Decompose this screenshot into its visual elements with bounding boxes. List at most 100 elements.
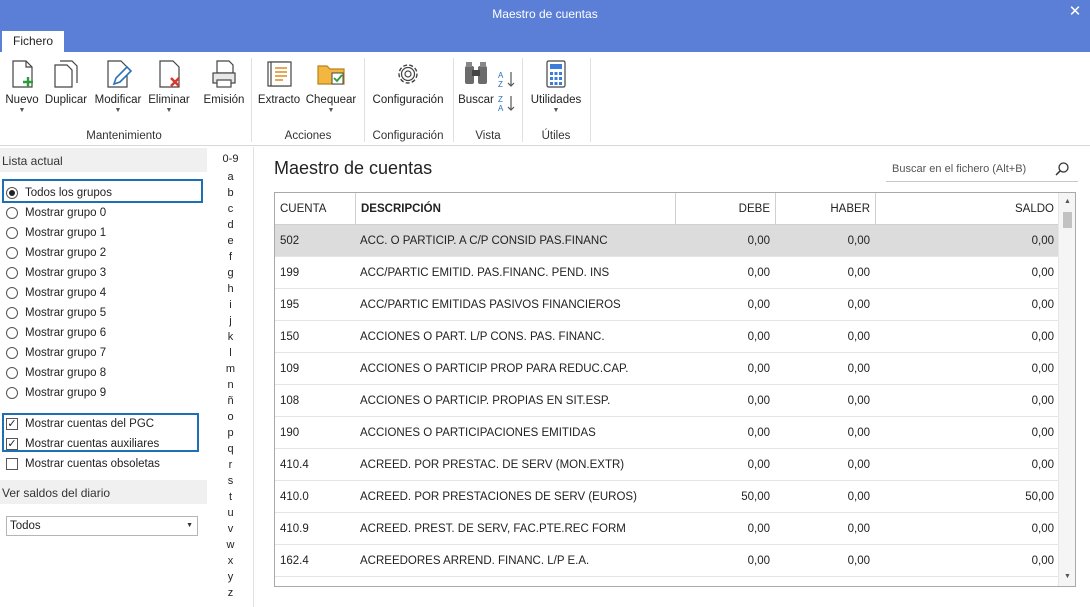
table-header: CUENTA DESCRIPCIÓN DEBE HABER SALDO (275, 193, 1059, 225)
extracto-button[interactable]: Extracto (257, 58, 301, 120)
configuracion-button[interactable]: Configuración (369, 58, 447, 120)
alpha-q[interactable]: q (207, 443, 254, 455)
alpha-j[interactable]: j (207, 315, 254, 327)
radio-grupo-7[interactable]: Mostrar grupo 7 (6, 344, 106, 362)
column-header-descripcion[interactable]: DESCRIPCIÓN (355, 193, 675, 225)
check-cuentas-pgc[interactable]: ✓ Mostrar cuentas del PGC (6, 415, 154, 433)
radio-todos-los-grupos[interactable]: Todos los grupos (6, 184, 112, 202)
alpha-z[interactable]: z (207, 587, 254, 599)
chevron-down-icon: ▼ (186, 522, 193, 529)
alpha-enye[interactable]: ñ (207, 395, 254, 407)
alpha-l[interactable]: l (207, 347, 254, 359)
alpha-m[interactable]: m (207, 363, 254, 375)
sort-ascending-icon[interactable]: AZ (497, 70, 517, 89)
cell-haber: 0,00 (847, 235, 870, 247)
buscar-label: Buscar (458, 94, 494, 106)
emision-button[interactable]: Emisión (202, 58, 246, 120)
alpha-c[interactable]: c (207, 203, 254, 215)
alpha-s[interactable]: s (207, 475, 254, 487)
cell-saldo: 0,00 (1031, 395, 1054, 407)
alpha-o[interactable]: o (207, 411, 254, 423)
alpha-d[interactable]: d (207, 219, 254, 231)
table-row[interactable]: 109 ACCIONES O PARTICIP PROP PARA REDUC.… (275, 353, 1059, 385)
saldos-select[interactable]: Todos ▼ (6, 516, 198, 536)
cell-descripcion: ACREED. POR PRESTACIONES DE SERV (EUROS) (360, 491, 637, 503)
cell-cuenta: 190 (280, 427, 300, 439)
column-header-saldo[interactable]: SALDO (875, 193, 1059, 225)
cell-haber: 0,00 (847, 523, 870, 535)
duplicar-button[interactable]: Duplicar (44, 58, 88, 120)
utilidades-button[interactable]: Utilidades ▼ (528, 58, 584, 120)
alpha-v[interactable]: v (207, 523, 254, 535)
edit-document-icon (102, 58, 134, 90)
cell-descripcion: ACCIONES O PARTICIPACIONES EMITIDAS (360, 427, 596, 439)
scroll-up-icon[interactable]: ▲ (1059, 195, 1076, 209)
eliminar-button[interactable]: Eliminar ▼ (147, 58, 191, 120)
alpha-y[interactable]: y (207, 571, 254, 583)
alpha-t[interactable]: t (207, 491, 254, 503)
table-row[interactable]: 150 ACCIONES O PART. L/P CONS. PAS. FINA… (275, 321, 1059, 353)
alpha-r[interactable]: r (207, 459, 254, 471)
alpha-x[interactable]: x (207, 555, 254, 567)
alpha-k[interactable]: k (207, 331, 254, 343)
check-cuentas-auxiliares[interactable]: ✓ Mostrar cuentas auxiliares (6, 435, 159, 453)
column-header-debe[interactable]: DEBE (675, 193, 775, 225)
vertical-scrollbar[interactable]: ▲ ▼ (1058, 193, 1075, 586)
scroll-thumb[interactable] (1063, 212, 1072, 228)
table-row[interactable]: 108 ACCIONES O PARTICIP. PROPIAS EN SIT.… (275, 385, 1059, 417)
buscar-button[interactable]: Buscar (458, 58, 494, 120)
radio-icon (6, 287, 18, 299)
column-header-cuenta[interactable]: CUENTA (275, 193, 355, 225)
table-row[interactable]: 195 ACC/PARTIC EMITIDAS PASIVOS FINANCIE… (275, 289, 1059, 321)
alpha-e[interactable]: e (207, 235, 254, 247)
search-icon[interactable] (1054, 161, 1070, 177)
alpha-w[interactable]: w (207, 539, 254, 551)
radio-grupo-6[interactable]: Mostrar grupo 6 (6, 324, 106, 342)
check-cuentas-obsoletas[interactable]: Mostrar cuentas obsoletas (6, 455, 160, 473)
radio-grupo-0[interactable]: Mostrar grupo 0 (6, 204, 106, 222)
cell-saldo: 0,00 (1031, 427, 1054, 439)
utilidades-label: Utilidades (530, 94, 582, 106)
radio-label: Todos los grupos (25, 187, 112, 199)
svg-text:A: A (498, 104, 504, 112)
chequear-button[interactable]: Chequear ▼ (305, 58, 357, 120)
radio-grupo-9[interactable]: Mostrar grupo 9 (6, 384, 106, 402)
table-row[interactable]: 199 ACC/PARTIC EMITID. PAS.FINANC. PEND.… (275, 257, 1059, 289)
nuevo-button[interactable]: Nuevo ▼ (4, 58, 40, 120)
search-input[interactable]: Buscar en el fichero (Alt+B) (886, 158, 1078, 182)
tab-fichero[interactable]: Fichero (2, 31, 64, 52)
radio-grupo-3[interactable]: Mostrar grupo 3 (6, 264, 106, 282)
alpha-f[interactable]: f (207, 251, 254, 263)
radio-selected-icon (6, 187, 18, 199)
table-row[interactable]: 190 ACCIONES O PARTICIPACIONES EMITIDAS … (275, 417, 1059, 449)
table-row[interactable]: 502 ACC. O PARTICIP. A C/P CONSID PAS.FI… (275, 225, 1059, 257)
scroll-down-icon[interactable]: ▼ (1059, 570, 1076, 584)
sort-descending-icon[interactable]: ZA (497, 94, 517, 113)
alpha-a[interactable]: a (207, 171, 254, 183)
radio-grupo-2[interactable]: Mostrar grupo 2 (6, 244, 106, 262)
table-row[interactable]: 410.0 ACREED. POR PRESTACIONES DE SERV (… (275, 481, 1059, 513)
alpha-b[interactable]: b (207, 187, 254, 199)
alpha-p[interactable]: p (207, 427, 254, 439)
radio-label: Mostrar grupo 5 (25, 307, 107, 319)
radio-grupo-5[interactable]: Mostrar grupo 5 (6, 304, 106, 322)
cell-haber: 0,00 (847, 395, 870, 407)
radio-icon (6, 387, 18, 399)
radio-grupo-8[interactable]: Mostrar grupo 8 (6, 364, 106, 382)
close-icon[interactable]: ✕ (1066, 3, 1084, 21)
radio-grupo-4[interactable]: Mostrar grupo 4 (6, 284, 106, 302)
alpha-09[interactable]: 0-9 (207, 153, 254, 165)
modificar-button[interactable]: Modificar ▼ (92, 58, 144, 120)
table-row[interactable]: 410.9 ACREED. PREST. DE SERV, FAC.PTE.RE… (275, 513, 1059, 545)
alpha-i[interactable]: i (207, 299, 254, 311)
column-header-haber[interactable]: HABER (775, 193, 875, 225)
binoculars-icon (460, 58, 492, 90)
alpha-g[interactable]: g (207, 267, 254, 279)
alpha-u[interactable]: u (207, 507, 254, 519)
nuevo-label: Nuevo (5, 94, 39, 106)
table-row[interactable]: 410.4 ACREED. POR PRESTAC. DE SERV (MON.… (275, 449, 1059, 481)
alpha-h[interactable]: h (207, 283, 254, 295)
table-row[interactable]: 162.4 ACREEDORES ARREND. FINANC. L/P E.A… (275, 545, 1059, 577)
radio-grupo-1[interactable]: Mostrar grupo 1 (6, 224, 106, 242)
alpha-n[interactable]: n (207, 379, 254, 391)
